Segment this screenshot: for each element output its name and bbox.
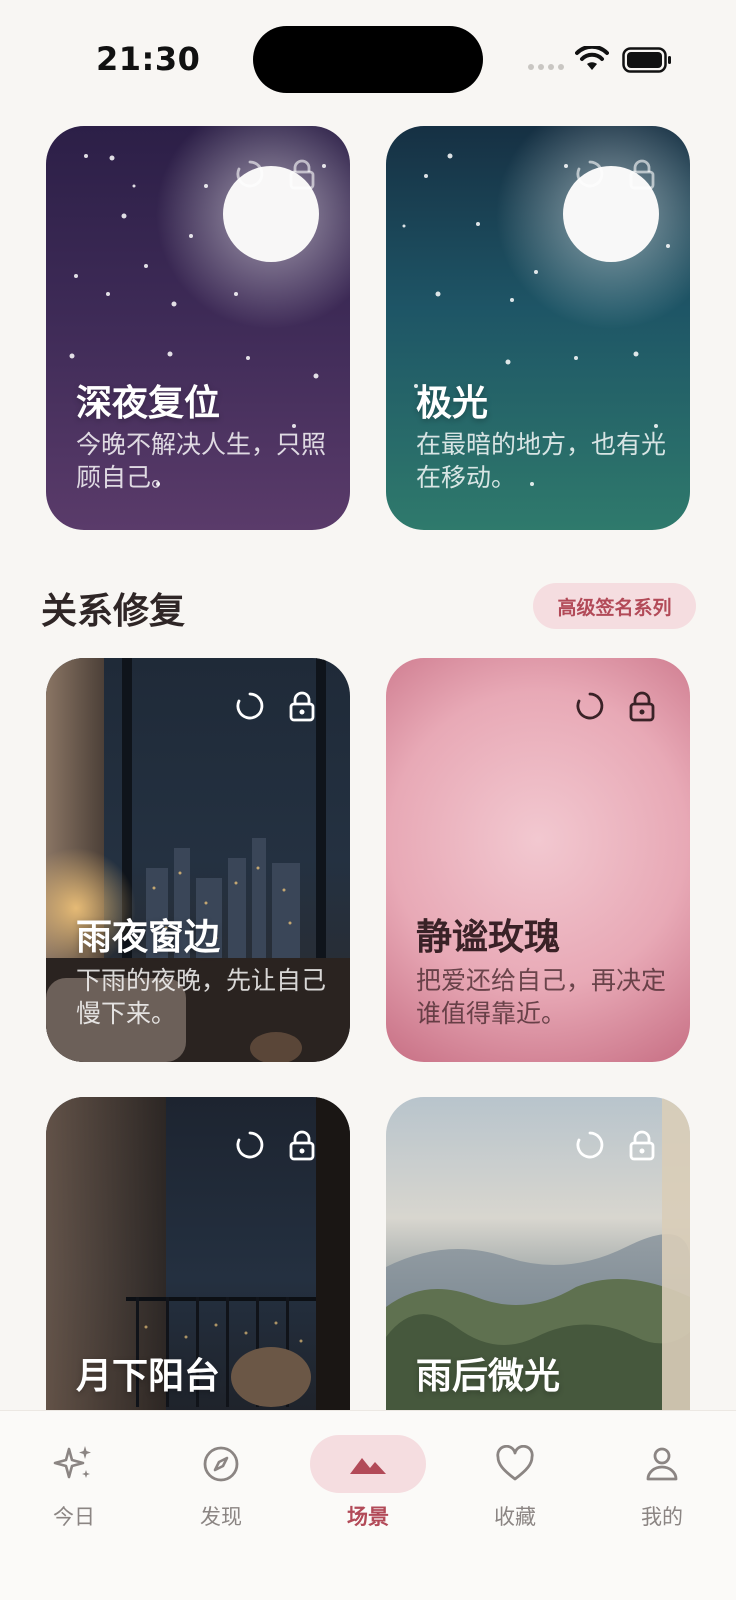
card-subtitle: 下雨的夜晚，先让自己慢下来。 [76,966,327,1028]
tab-favorites[interactable]: 收藏 [455,1431,575,1541]
replay-icon[interactable] [234,690,266,722]
tab-discover[interactable]: 发现 [161,1431,281,1541]
section-title: 关系修复 [41,591,186,632]
lock-icon [626,1129,658,1161]
card-title: 深夜复位 [76,383,221,424]
bottom-tab-bar: 今日 发现 场景 收藏 我的 [0,1410,736,1600]
tab-label: 发现 [200,1505,242,1529]
lock-icon [286,158,318,190]
card-title: 静谧玫瑰 [416,917,561,958]
card-title: 极光 [416,383,489,424]
tab-today[interactable]: 今日 [14,1431,134,1541]
scene-card-quiet-rose[interactable]: 静谧玫瑰 把爱还给自己，再决定谁值得靠近。 [386,658,690,1062]
heart-icon [496,1445,534,1481]
card-title: 雨夜窗边 [76,917,221,958]
lock-icon [286,1129,318,1161]
wifi-icon [575,46,609,70]
replay-icon[interactable] [574,1129,606,1161]
scene-card-late-night-reset[interactable]: 深夜复位 今晚不解决人生，只照顾自己。 [46,126,350,530]
lock-icon [626,158,658,190]
card-subtitle: 今晚不解决人生，只照顾自己。 [76,430,327,492]
replay-icon[interactable] [234,158,266,190]
replay-icon[interactable] [234,1129,266,1161]
cellular-signal-icon [528,64,564,70]
replay-icon[interactable] [574,158,606,190]
premium-series-badge[interactable]: 高级签名系列 [533,583,696,629]
sparkles-icon [53,1446,91,1479]
status-bar: 21:30 [0,0,736,120]
scene-card-rainy-window[interactable]: 雨夜窗边 下雨的夜晚，先让自己慢下来。 [46,658,350,1062]
card-subtitle: 把爱还给自己，再决定谁值得靠近。 [416,966,667,1028]
card-title: 月下阳台 [76,1356,221,1397]
status-time: 21:30 [96,40,201,78]
tab-label: 我的 [641,1505,683,1529]
battery-icon [622,47,671,73]
tab-label: 今日 [53,1505,95,1529]
mountains-icon [350,1458,386,1474]
tab-label: 收藏 [494,1505,536,1529]
card-subtitle: 在最暗的地方，也有光在移动。 [416,430,667,492]
person-icon [646,1447,678,1481]
scene-card-aurora[interactable]: 极光 在最暗的地方，也有光在移动。 [386,126,690,530]
tab-scenes[interactable]: 场景 [308,1431,428,1541]
card-title: 雨后微光 [416,1356,561,1397]
tab-profile[interactable]: 我的 [602,1431,722,1541]
lock-icon [286,690,318,722]
compass-icon [203,1446,239,1482]
replay-icon[interactable] [574,690,606,722]
lock-icon [626,690,658,722]
dynamic-island [253,26,483,93]
tab-label: 场景 [347,1505,389,1529]
